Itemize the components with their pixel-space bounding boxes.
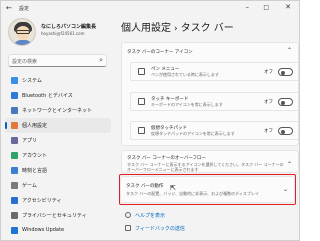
touchpad-icon [138, 127, 145, 134]
help-link[interactable]: ヘルプを表示 [125, 212, 165, 219]
account-icon [11, 152, 18, 159]
avatar [8, 18, 36, 46]
maximize-icon[interactable]: □ [263, 4, 269, 11]
network-icon [11, 107, 18, 114]
feedback-icon [125, 225, 131, 231]
sidebar-item-label: プライバシーとセキュリティ [22, 213, 87, 219]
sidebar-item-label: 時刻と言語 [22, 168, 48, 174]
user-profile[interactable]: なにしろパソコン編集長 hoyashi@f24561.com [8, 18, 112, 48]
help-link-label: ヘルプを表示 [135, 213, 166, 219]
pen-menu-toggle[interactable] [278, 68, 293, 76]
sidebar-item-label: 個人用設定 [22, 123, 48, 129]
gaming-icon [11, 182, 18, 189]
virtual-touchpad-desc: 仮想タッチパッドのアイコンを常に表示します [151, 131, 235, 136]
sidebar-item-label: アクセシビリティ [22, 198, 62, 204]
system-icon [11, 77, 18, 84]
sidebar-item[interactable]: 時刻と言語 [5, 163, 111, 178]
sidebar-item[interactable]: システム [5, 73, 111, 88]
sidebar-item-label: Bluetooth とデバイス [22, 93, 73, 99]
nav-menu: システム Bluetooth とデバイスネットワークとインターネット 個人用設定アプ… [5, 73, 111, 238]
page-title: タスク バー [180, 23, 234, 34]
touch-keyboard-toggle[interactable] [278, 98, 293, 106]
sidebar-item[interactable]: 個人用設定 [5, 118, 111, 133]
sidebar-item-label: システム [22, 78, 42, 84]
breadcrumb-parent[interactable]: 個人用設定 [121, 23, 171, 34]
keyboard-icon [138, 98, 145, 105]
user-name: なにしろパソコン編集長 [41, 24, 97, 30]
close-icon[interactable]: ✕ [285, 3, 291, 11]
sidebar-item[interactable]: Bluetooth とデバイス [5, 88, 111, 103]
search-placeholder: 設定の検索 [12, 59, 38, 65]
touch-keyboard-state: オフ [264, 100, 273, 105]
feedback-link-label: フィードバックの送信 [135, 226, 185, 232]
pen-menu-desc: ペンが使用されている時に表示します [151, 72, 219, 77]
sidebar-item-label: ゲーム [22, 183, 37, 189]
overflow-section[interactable]: タスク バー コーナーのオーバーフロー タスク バー コーナーに表示するアイコン… [121, 150, 299, 173]
sidebar-item[interactable]: アクセシビリティ [5, 193, 111, 208]
settings-window: ← 設定 – □ ✕ なにしろパソコン編集長 hoyashi@f24561.co… [0, 0, 300, 241]
virtual-touchpad-state: オフ [264, 129, 273, 134]
sidebar-item[interactable]: アカウント [5, 148, 111, 163]
sidebar-item-label: アカウント [22, 153, 48, 159]
sidebar-item[interactable]: ゲーム [5, 178, 111, 193]
sidebar-item[interactable]: Windows Update [5, 223, 111, 238]
sidebar-item[interactable]: プライバシーとセキュリティ [5, 208, 111, 223]
highlight-box [119, 174, 296, 205]
overflow-desc-2: オーバーフローメニューに表示されます [127, 167, 199, 172]
search-input[interactable]: 設定の検索 ⌕ [8, 54, 107, 67]
personalization-icon [11, 122, 18, 129]
touch-keyboard-row: タッチ キーボード キーボードのアイコンを常に表示します オフ [130, 92, 298, 111]
sidebar-item-label: アプリ [22, 138, 38, 144]
sidebar-item-label: Windows Update [22, 227, 65, 233]
title-bar: ← 設定 – □ ✕ [1, 1, 299, 16]
user-email: hoyashi@f24561.com [41, 31, 85, 36]
minimize-icon[interactable]: – [246, 3, 250, 11]
back-arrow-icon[interactable]: ← [6, 4, 12, 12]
virtual-touchpad-toggle[interactable] [278, 127, 293, 135]
corner-icons-section: タスク バーのコーナー アイコン ⌃ ペン メニュー ペンが使用されている時に表… [121, 42, 299, 146]
breadcrumb: 個人用設定 › タスク バー [121, 19, 234, 34]
accessibility-icon [11, 197, 18, 204]
pen-icon [138, 68, 145, 75]
pen-menu-state: オフ [264, 70, 273, 75]
sidebar-item[interactable]: アプリ [5, 133, 111, 148]
search-icon: ⌕ [99, 56, 103, 64]
virtual-touchpad-row: 仮想タッチパッド 仮想タッチパッドのアイコンを常に表示します オフ [130, 121, 298, 140]
bluetooth-icon [11, 92, 18, 99]
pen-menu-row: ペン メニュー ペンが使用されている時に表示します オフ [130, 62, 298, 81]
mouse-cursor-icon: ⇱ [170, 184, 176, 192]
sidebar-item[interactable]: ネットワークとインターネット [5, 103, 111, 118]
sidebar-item-label: ネットワークとインターネット [22, 108, 93, 114]
overflow-title: タスク バー コーナーのオーバーフロー [127, 156, 207, 161]
privacy-icon [11, 212, 18, 219]
chevron-down-icon[interactable]: ⌄ [287, 158, 292, 165]
apps-icon [11, 137, 18, 144]
main-content: 個人用設定 › タスク バー タスク バーのコーナー アイコン ⌃ ペン メニュー … [113, 16, 299, 240]
feedback-link[interactable]: フィードバックの送信 [125, 225, 185, 232]
corner-icons-title[interactable]: タスク バーのコーナー アイコン [127, 49, 193, 55]
windows-update-icon [11, 227, 18, 234]
breadcrumb-separator: › [174, 24, 178, 34]
chevron-up-icon[interactable]: ⌃ [287, 47, 292, 54]
time-language-icon [11, 167, 18, 174]
sidebar: なにしろパソコン編集長 hoyashi@f24561.com 設定の検索 ⌕ シ… [1, 16, 113, 240]
help-icon [125, 212, 131, 218]
touch-keyboard-desc: キーボードのアイコンを常に表示します [151, 102, 223, 107]
window-title: 設定 [19, 6, 30, 12]
